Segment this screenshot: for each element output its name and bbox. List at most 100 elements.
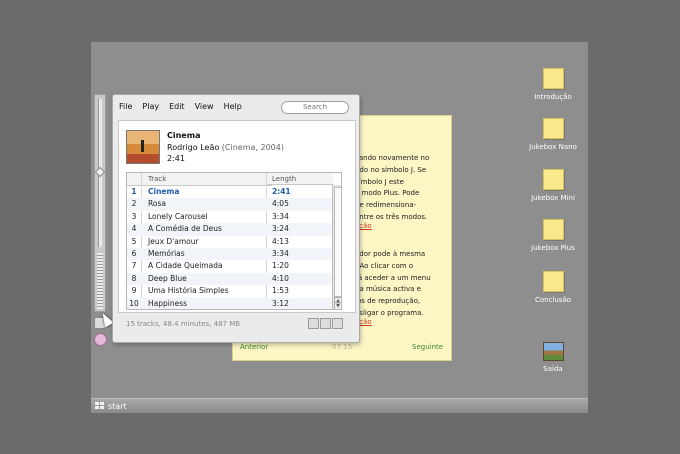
track-title: Rosa (148, 199, 166, 209)
desktop-icon-label: Introdução (534, 93, 572, 101)
note-line: símbolo J este (355, 177, 404, 186)
now-playing-title: Cinema (167, 131, 201, 140)
note-line: a modo Plus. Pode (355, 189, 420, 198)
table-row[interactable]: 1 Cinema 2:41 (127, 186, 333, 198)
album-year: (Cinema, 2004) (221, 143, 284, 152)
table-row[interactable]: 6 Memórias 3:34 (127, 248, 333, 261)
view-mode-button-2[interactable] (320, 318, 331, 329)
track-title: Cinema (148, 187, 180, 196)
table-row[interactable]: 8 Deep Blue 4:10 (127, 272, 333, 286)
column-header-length[interactable]: Length (267, 173, 333, 185)
windows-logo-icon (95, 401, 105, 411)
menu-bar: File Play Edit View Help (119, 102, 242, 111)
table-row[interactable]: 9 Uma História Simples 1:53 (127, 285, 333, 297)
track-length: 4:10 (272, 273, 289, 283)
picture-icon (542, 342, 564, 361)
view-mode-button-3[interactable] (332, 318, 343, 329)
jukebox-window: File Play Edit View Help Cinema Rodrigo … (112, 94, 360, 343)
folder-icon (542, 169, 564, 190)
menu-view[interactable]: View (195, 102, 214, 111)
desktop-icon-saida[interactable]: Saída (518, 342, 588, 373)
note-text-block: cando novamente no ndo no símbolo J. Se … (355, 153, 451, 224)
menu-play[interactable]: Play (142, 102, 159, 111)
scrollbar-thumb[interactable] (334, 187, 341, 297)
track-title: Deep Blue (148, 273, 187, 283)
track-title: Jeux D'amour (148, 236, 199, 246)
artist-name: Rodrigo Leão (167, 143, 220, 152)
volume-strip (94, 94, 106, 312)
menu-edit[interactable]: Edit (169, 102, 185, 111)
track-length: 1:20 (272, 261, 289, 271)
track-number: 5 (131, 236, 137, 246)
table-row[interactable]: 3 Lonely Carousel 3:34 (127, 211, 333, 223)
note-line: ndo no símbolo J. Se (355, 165, 427, 174)
desktop-icon-jukebox-nano[interactable]: Jukebox Nano (518, 118, 588, 151)
table-row[interactable]: 2 Rosa 4:05 (127, 198, 333, 211)
track-number: 9 (131, 286, 137, 296)
note-line: . Ao clicar com o (355, 261, 414, 270)
desktop-icon-label: Jukebox Mini (531, 194, 575, 202)
track-number: 2 (131, 199, 137, 209)
track-list-scrollbar[interactable]: ▲ ▼ (332, 185, 341, 309)
taskbar: start (91, 398, 588, 413)
menu-help[interactable]: Help (224, 102, 242, 111)
note-time: 07:15 (332, 343, 353, 351)
jukebox-symbol-icon[interactable] (94, 333, 107, 346)
desktop-icon-jukebox-mini[interactable]: Jukebox Mini (518, 169, 588, 202)
note-line: rá aceder a um menu (355, 273, 431, 282)
track-length: 4:13 (272, 236, 289, 246)
column-header-number (127, 173, 141, 186)
track-length: 4:05 (272, 199, 289, 209)
volume-meter (97, 253, 103, 309)
track-number: 1 (131, 187, 137, 196)
now-playing-artist: Rodrigo Leão (Cinema, 2004) (167, 143, 284, 152)
track-number: 10 (129, 298, 139, 308)
table-row[interactable]: 7 A Cidade Queimada 1:20 (127, 260, 333, 272)
start-button[interactable]: start (95, 400, 127, 412)
table-row[interactable]: 5 Jeux D'amour 4:13 (127, 236, 333, 248)
track-length: 3:12 (272, 298, 289, 308)
desktop-icon-introducao[interactable]: Introdução (518, 68, 588, 101)
album-cover-image (126, 130, 160, 164)
folder-icon (542, 68, 564, 89)
note-line: ador pode à mesma (355, 250, 426, 258)
track-title: Memórias (148, 249, 185, 258)
menu-file[interactable]: File (119, 102, 132, 111)
library-summary: 15 tracks, 48.4 minutes, 487 MB (126, 320, 241, 328)
search-input[interactable] (281, 101, 349, 114)
column-header-track[interactable]: Track (142, 173, 272, 186)
note-line: los de reprodução, (355, 297, 421, 306)
note-next-link[interactable]: Seguinte (412, 343, 443, 351)
track-length: 3:24 (272, 224, 289, 234)
desktop-icon-jukebox-plus[interactable]: Jukebox Plus (518, 219, 588, 252)
track-number: 6 (131, 249, 137, 258)
note-prev-link[interactable]: Anterior (240, 343, 268, 351)
volume-slider-thumb[interactable] (95, 167, 105, 177)
track-number: 4 (131, 224, 137, 234)
table-row[interactable]: 10 Happiness 3:12 (127, 297, 333, 309)
note-line: de redimensiona- (355, 201, 417, 210)
desktop: cando novamente no ndo no símbolo J. Se … (91, 42, 588, 413)
desktop-icon-label: Jukebox Plus (531, 244, 575, 252)
desktop-icon-label: Saída (543, 365, 563, 373)
track-length: 3:34 (272, 249, 289, 258)
folder-icon (542, 118, 564, 139)
track-title: Lonely Carousel (148, 211, 208, 221)
track-length: 1:53 (272, 286, 289, 296)
folder-icon (542, 219, 564, 240)
scroll-down-arrow-icon[interactable]: ▼ (334, 302, 341, 309)
now-playing-length: 2:41 (167, 154, 185, 163)
folder-icon (542, 271, 564, 292)
player-content: Cinema Rodrigo Leão (Cinema, 2004) 2:41 … (118, 120, 356, 313)
view-mode-button-1[interactable] (308, 318, 319, 329)
track-length: 2:41 (272, 187, 291, 196)
track-list: Track Length 1 Cinema 2:41 2 Rosa 4:05 3… (126, 172, 342, 310)
desktop-icon-conclusao[interactable]: Conclusão (518, 271, 588, 304)
start-label: start (108, 401, 127, 411)
track-number: 3 (131, 211, 137, 221)
note-text-block-2: ador pode à mesma . Ao clicar com o rá a… (355, 249, 451, 320)
desktop-icon-label: Jukebox Nano (529, 143, 577, 151)
table-row[interactable]: 4 A Comédia de Deus 3:24 (127, 223, 333, 236)
note-line: da música activa e (355, 285, 421, 294)
track-number: 7 (131, 261, 137, 271)
